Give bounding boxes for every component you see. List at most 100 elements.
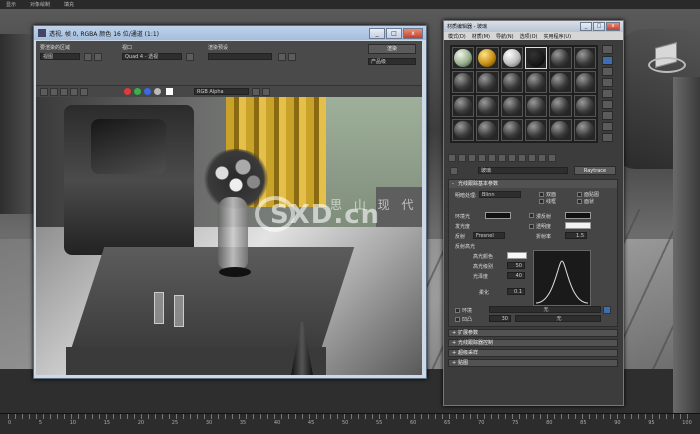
material-slot[interactable] [525,95,548,117]
menu-utilities[interactable]: 实用程序(U) [543,33,571,40]
print-icon[interactable] [70,88,78,96]
bump-checkbox[interactable] [455,317,460,322]
material-slot[interactable] [549,95,572,117]
material-navigator-icon[interactable] [602,133,613,142]
frame-buffer-icon[interactable] [262,88,270,96]
maximize-button[interactable]: □ [386,28,402,39]
menu-item-object-paint[interactable]: 对象绘制 [30,1,50,8]
environment-icon[interactable] [288,53,296,61]
material-slot[interactable] [525,71,548,93]
pick-material-icon[interactable] [450,167,458,175]
material-slot[interactable] [573,71,596,93]
specular-color-swatch[interactable] [507,252,527,259]
material-slot-active[interactable] [525,47,548,69]
reset-map-icon[interactable] [478,154,486,162]
diffuse-checkbox[interactable] [529,213,534,218]
area-dropdown[interactable]: 视图 [40,53,80,60]
material-slot[interactable] [476,47,499,69]
environment-checkbox[interactable] [455,308,460,313]
get-material-icon[interactable] [448,154,456,162]
menu-material[interactable]: 材质(M) [472,33,490,40]
material-slot[interactable] [525,119,548,141]
material-editor-titlebar[interactable]: 材质编辑器 - 玻璃 _ □ x [444,21,623,32]
transparency-color-swatch[interactable] [565,222,591,229]
reflect-type-field[interactable]: Fresnel [473,232,505,239]
channel-dropdown[interactable]: RGB Alpha [194,88,249,95]
viewport-dropdown[interactable]: Quad 4 - 透视 [122,53,182,60]
maximize-button[interactable]: □ [593,22,605,31]
show-map-icon[interactable] [518,154,526,162]
show-end-result-icon[interactable] [528,154,536,162]
material-slot[interactable] [500,119,523,141]
specular-level-spinner[interactable]: 50 [507,262,525,269]
preset-dropdown[interactable] [208,53,272,60]
rollout-maps[interactable]: 贴图 [448,359,618,367]
soften-spinner[interactable]: 0.1 [507,288,525,295]
assign-to-selection-icon[interactable] [468,154,476,162]
minimize-button[interactable]: _ [369,28,385,39]
material-slot[interactable] [452,47,475,69]
bump-map-button[interactable]: 无 [515,315,601,322]
copy-image-icon[interactable] [50,88,58,96]
go-to-parent-icon[interactable] [538,154,546,162]
viewcube-ring-icon[interactable] [648,57,686,73]
diffuse-color-swatch[interactable] [565,212,591,219]
ambient-color-swatch[interactable] [485,212,511,219]
product-level-dropdown[interactable]: 产品级 [368,58,416,65]
close-button[interactable]: x [606,22,620,31]
rollout-extended-params[interactable]: 扩展参数 [448,329,618,337]
ior-spinner[interactable]: 1.5 [565,232,587,239]
monochrome-icon[interactable] [166,88,173,95]
material-slot[interactable] [500,71,523,93]
face-map-checkbox[interactable] [577,192,582,197]
environment-map-button[interactable]: 无 [489,306,601,313]
material-slot[interactable] [452,95,475,117]
material-slot[interactable] [476,71,499,93]
shading-dropdown[interactable]: Blinn [479,191,521,198]
toggle-ui-icon[interactable] [252,88,260,96]
select-by-material-icon[interactable] [602,122,613,131]
video-check-icon[interactable] [602,89,613,98]
material-id-icon[interactable] [508,154,516,162]
menu-navigation[interactable]: 导航(N) [496,33,514,40]
timeline[interactable]: 0 5 10 15 20 25 30 35 40 45 50 55 60 65 70 75 80 85 90 95 10… [0,413,700,434]
minimize-button[interactable]: _ [580,22,592,31]
material-name-field[interactable]: 玻璃 [478,167,568,174]
material-type-button[interactable]: Raytrace [574,166,616,175]
transparency-checkbox[interactable] [529,224,534,229]
put-to-library-icon[interactable] [498,154,506,162]
rollout-supersampling[interactable]: 超级采样 [448,349,618,357]
save-image-icon[interactable] [40,88,48,96]
lock-env-icon[interactable] [603,306,611,314]
clone-window-icon[interactable] [60,88,68,96]
menu-mode[interactable]: 模式(D) [448,33,466,40]
bump-amount-spinner[interactable]: 30 [489,315,511,322]
render-window-titlebar[interactable]: 透视, 帧 0, RGBA 颜色 16 位/通道 (1:1) _ □ x [34,26,426,40]
menu-options[interactable]: 选项(O) [520,33,538,40]
menu-item-display[interactable]: 显示 [6,1,16,8]
lock-viewport-icon[interactable] [186,53,194,61]
material-slot[interactable] [452,71,475,93]
rollout-raytracer-controls[interactable]: 光线跟踪器控制 [448,339,618,347]
material-slot[interactable] [500,47,523,69]
material-slot[interactable] [573,119,596,141]
render-button[interactable]: 渲染 [368,44,416,54]
glossiness-spinner[interactable]: 40 [507,272,525,279]
material-slot[interactable] [573,47,596,69]
backlight-icon[interactable] [602,56,613,65]
material-slot[interactable] [549,47,572,69]
make-unique-icon[interactable] [488,154,496,162]
material-slot[interactable] [549,71,572,93]
menu-item-fill[interactable]: 填充 [64,1,74,8]
material-slot[interactable] [549,119,572,141]
put-to-scene-icon[interactable] [458,154,466,162]
alpha-channel-icon[interactable] [154,88,161,95]
make-preview-icon[interactable] [602,100,613,109]
background-icon[interactable] [602,67,613,76]
material-slot[interactable] [500,95,523,117]
options-icon[interactable] [602,111,613,120]
render-setup-icon[interactable] [278,53,286,61]
lock-icon[interactable] [84,53,92,61]
sample-type-icon[interactable] [602,45,613,54]
material-slot[interactable] [452,119,475,141]
